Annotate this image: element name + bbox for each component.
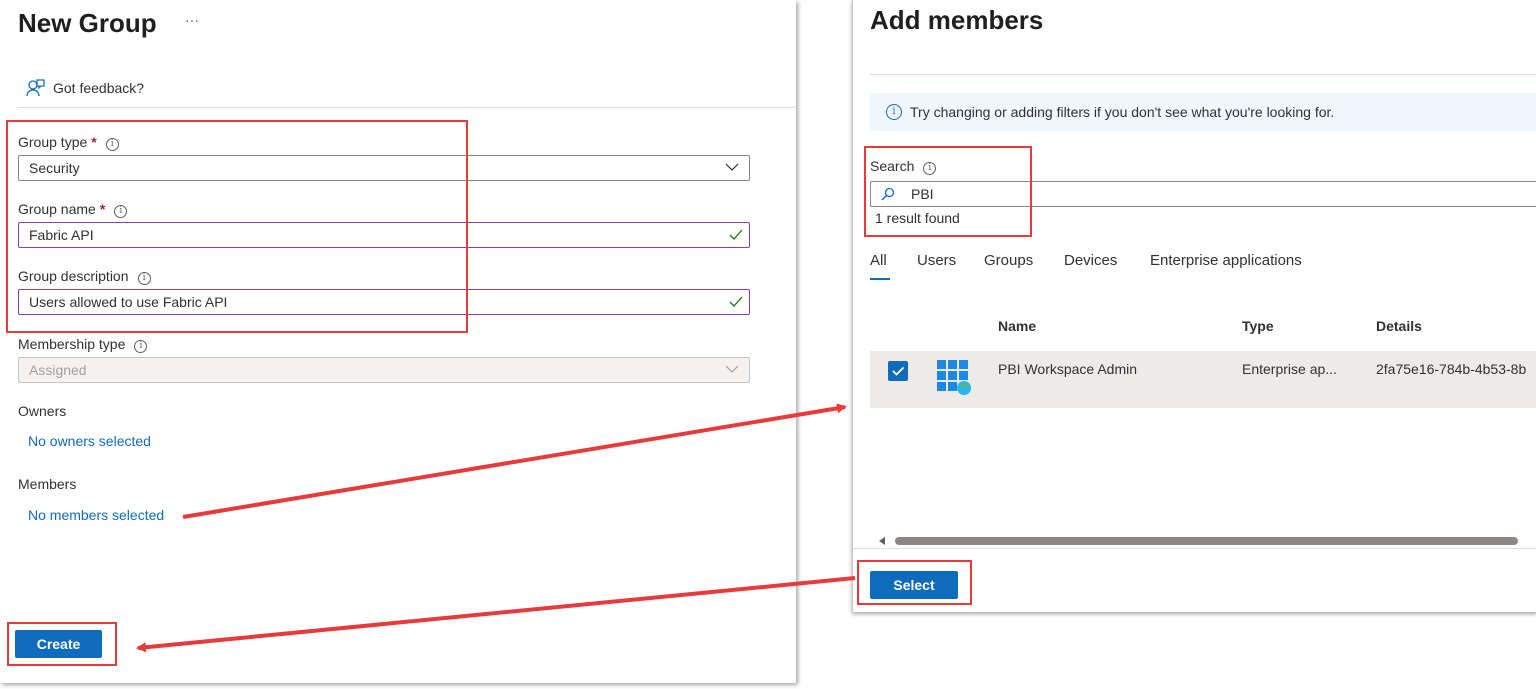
arrow-members-to-row: [182, 403, 847, 519]
arrow-select-to-create: [136, 576, 856, 653]
annotation-arrows: [136, 403, 856, 653]
